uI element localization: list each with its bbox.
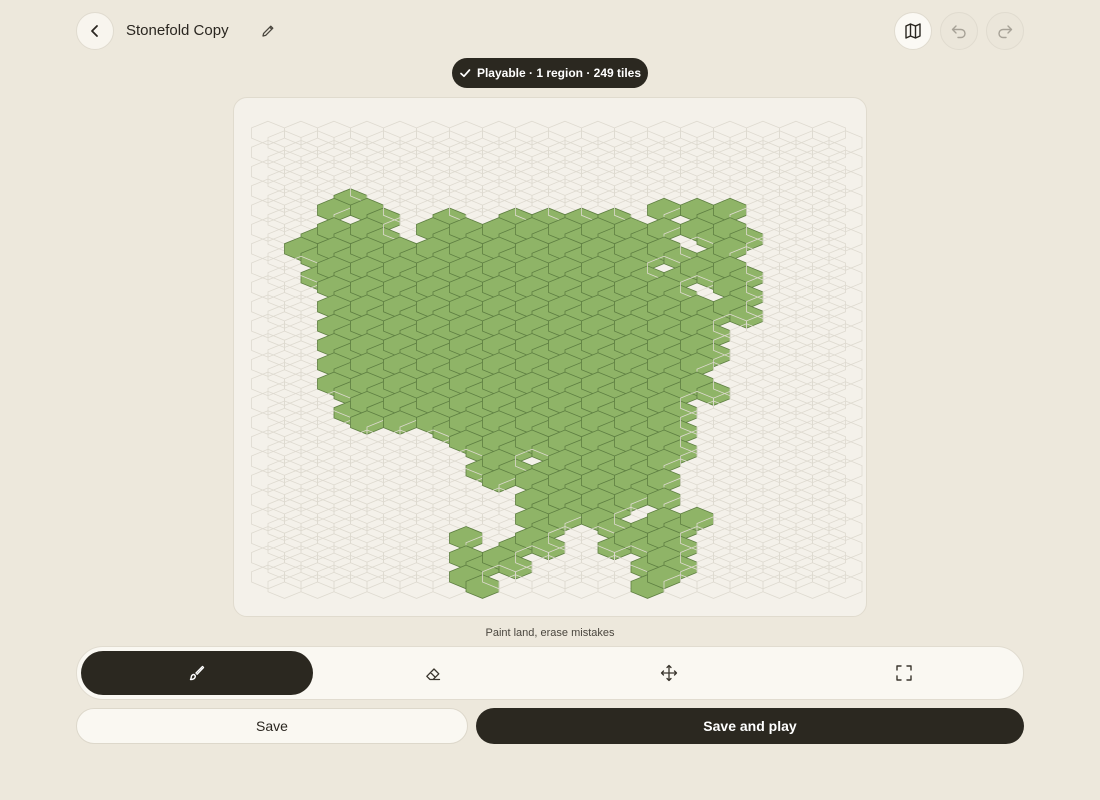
redo-button[interactable] xyxy=(986,12,1024,50)
undo-icon xyxy=(951,25,966,39)
tool-erase[interactable] xyxy=(317,651,549,695)
rename-button[interactable] xyxy=(260,23,276,44)
redo-icon xyxy=(998,25,1013,39)
check-icon xyxy=(460,69,471,78)
map-view-button[interactable] xyxy=(894,12,932,50)
map-icon xyxy=(905,23,921,39)
back-button[interactable] xyxy=(76,12,114,50)
eraser-icon xyxy=(426,668,441,681)
map-board[interactable] xyxy=(233,97,867,617)
move-icon xyxy=(660,664,678,682)
pencil-icon xyxy=(262,25,274,37)
tool-bar xyxy=(76,646,1024,700)
fullscreen-icon xyxy=(896,665,912,681)
save-and-play-button[interactable]: Save and play xyxy=(476,708,1024,744)
tool-move[interactable] xyxy=(553,651,785,695)
undo-button[interactable] xyxy=(940,12,978,50)
save-button[interactable]: Save xyxy=(76,708,468,744)
brush-icon xyxy=(189,665,205,681)
status-text: Playable · 1 region · 249 tiles xyxy=(476,66,642,80)
map-title: Stonefold Copy xyxy=(126,22,229,39)
hint-text: Paint land, erase mistakes xyxy=(485,627,615,639)
back-icon xyxy=(91,25,98,37)
tool-fit[interactable] xyxy=(788,651,1020,695)
status-badge: Playable · 1 region · 249 tiles xyxy=(452,58,648,88)
hex-grid[interactable] xyxy=(234,98,868,618)
tool-paint[interactable] xyxy=(81,651,313,695)
